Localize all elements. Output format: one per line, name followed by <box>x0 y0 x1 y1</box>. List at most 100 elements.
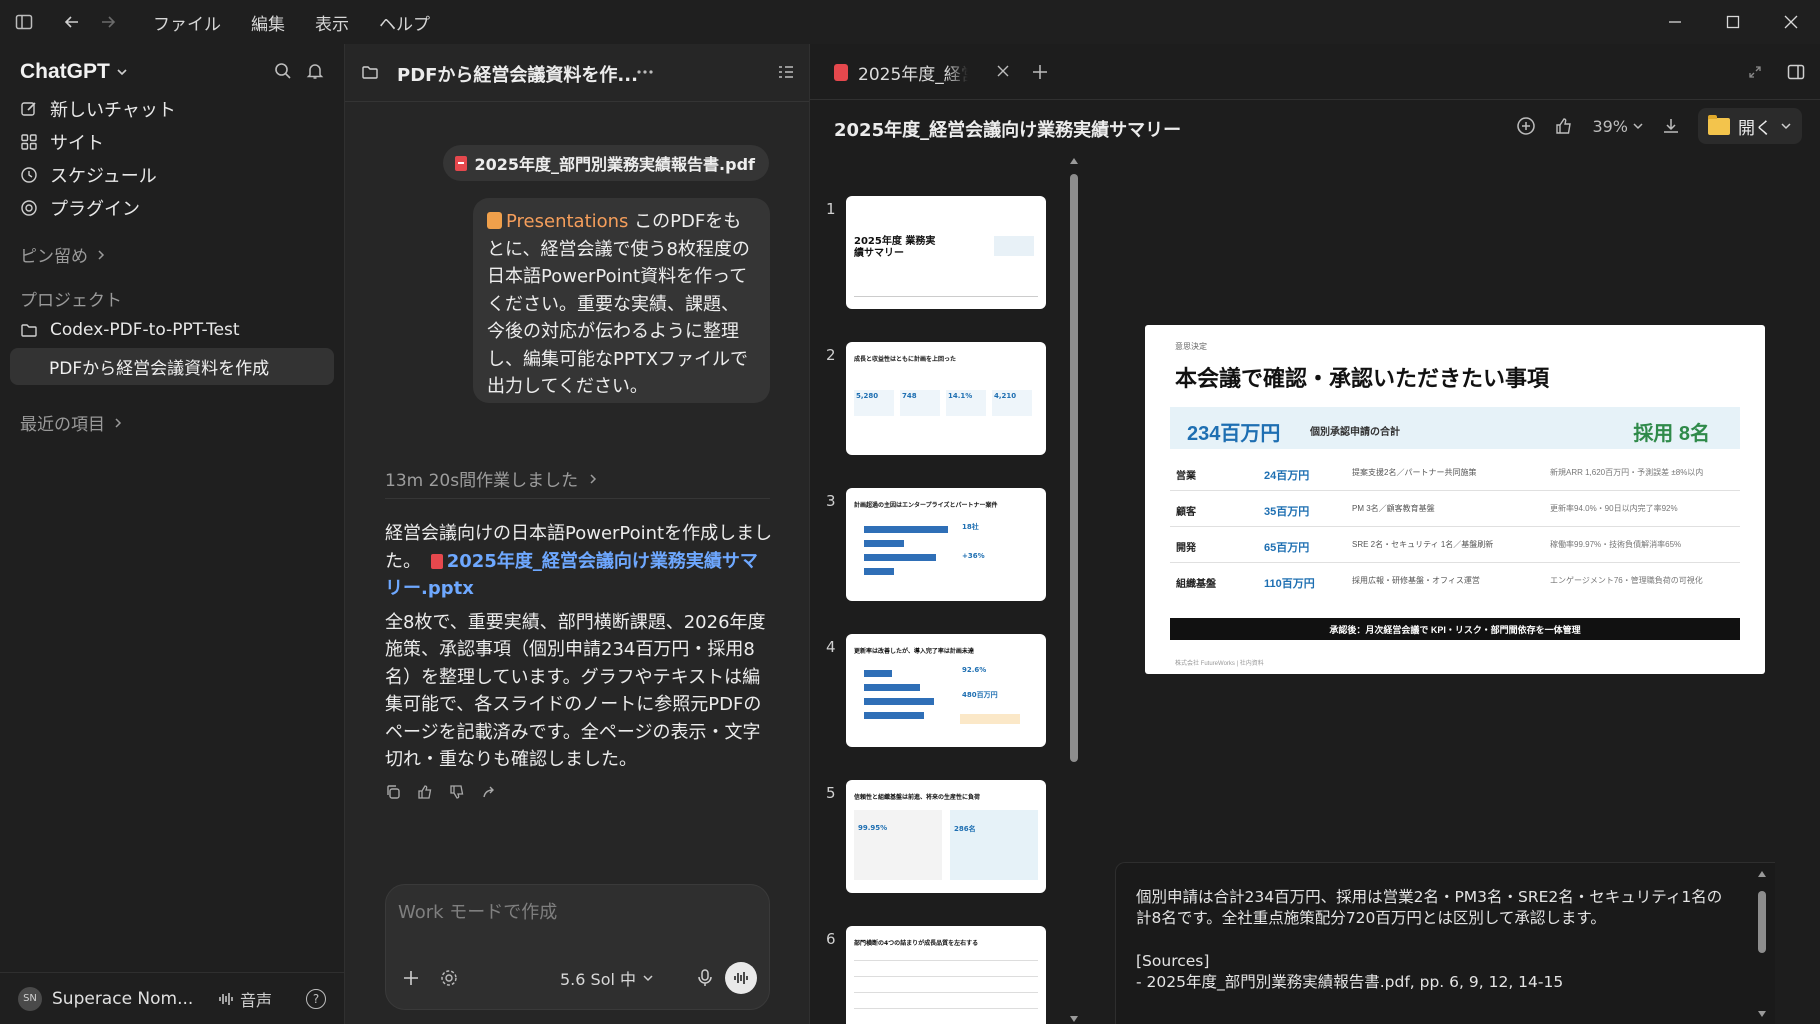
thumbnail-scrollbar[interactable] <box>1068 156 1080 1024</box>
message-input[interactable] <box>398 897 748 927</box>
menu-view[interactable]: 表示 <box>300 10 364 35</box>
voice-button[interactable]: 音声 <box>218 987 272 1011</box>
table-row: 顧客 35百万円 PM 3名／顧客教育基盤 更新率94.0%・90日以内完了率9… <box>1170 491 1740 527</box>
notes-text: 個別申請は合計234百万円、採用は営業2名・PM3名・SRE2名・セキュリティ1… <box>1136 888 1723 927</box>
tab-bar: 2025年度_経営会議向け業務実績サマリー <box>810 44 1820 100</box>
row-dept: 組織基盤 <box>1176 579 1216 590</box>
chat-title: PDFから経営会議資料を作... <box>397 65 638 86</box>
edit-icon <box>20 100 38 118</box>
slide-footer: 株式会社 FutureWorks | 社内資料 <box>1175 661 1264 667</box>
plus-icon[interactable] <box>402 969 420 987</box>
sidebar-item-label: Codex-PDF-to-PPT-Test <box>50 320 240 340</box>
thumb-bar <box>864 712 924 719</box>
share-icon[interactable] <box>481 784 497 800</box>
menu-edit[interactable]: 編集 <box>236 10 300 35</box>
slide-thumbnails: 1 2025年度 業務実績サマリー 2 成長と収益性はともに計画を上回った 5,… <box>810 152 1066 1024</box>
thumbs-down-icon[interactable] <box>449 784 465 800</box>
add-comment-icon[interactable] <box>1516 116 1536 136</box>
thumb-stat: 480百万円 <box>962 691 998 699</box>
thumb-kpis: 5,280 748 14.1% 4,210 <box>854 390 1032 416</box>
avatar[interactable]: SN <box>18 986 42 1011</box>
slide-thumbnail-5[interactable]: 信頼性と組織基盤は前進、将来の生産性に負荷 99.95% 286名 <box>846 780 1046 893</box>
projects-section-label: プロジェクト <box>20 291 122 311</box>
bell-icon[interactable] <box>306 62 324 80</box>
thumb-bar <box>864 684 920 691</box>
close-window-button[interactable] <box>1762 0 1820 44</box>
expand-icon[interactable] <box>1749 66 1761 78</box>
copy-icon[interactable] <box>385 784 401 800</box>
open-button[interactable]: 開く <box>1698 108 1802 144</box>
recent-label: 最近の項目 <box>20 415 105 435</box>
download-icon[interactable] <box>1662 117 1680 135</box>
sidebar-toggle-icon[interactable] <box>10 8 38 36</box>
row-amount: 24百万円 <box>1264 470 1310 482</box>
new-tab-icon[interactable] <box>1032 64 1048 80</box>
voice-label: 音声 <box>240 990 273 1010</box>
model-switcher[interactable]: ChatGPT <box>20 60 128 84</box>
user-name[interactable]: Superace Nom... <box>52 989 192 1009</box>
thumb-stat: 99.95% <box>858 824 888 832</box>
pinned-label: ピン留め <box>20 247 88 267</box>
sidebar-item-plugins[interactable]: プラグイン <box>20 195 140 221</box>
forward-arrow-icon[interactable] <box>94 8 122 36</box>
notes-scrollbar[interactable] <box>1757 869 1767 1019</box>
tab-label: 2025年度_経営会議向け業務実績サマリー <box>858 64 968 85</box>
pinned-section[interactable]: ピン留め <box>20 242 106 267</box>
minimize-button[interactable] <box>1646 0 1704 44</box>
list-view-icon[interactable] <box>778 65 794 79</box>
back-arrow-icon[interactable] <box>58 8 86 36</box>
voice-mode-button[interactable] <box>725 962 757 994</box>
model-selector[interactable]: 5.6 Sol 中 <box>560 966 654 990</box>
tab-presentation[interactable]: 2025年度_経営会議向け業務実績サマリー <box>820 54 1020 90</box>
slide-thumbnail-6[interactable]: 部門横断の4つの詰まりが成長品質を左右する <box>846 926 1046 1024</box>
sidebar-item-project[interactable]: Codex-PDF-to-PPT-Test <box>20 320 240 340</box>
sidebar-item-schedule[interactable]: スケジュール <box>20 162 157 188</box>
close-tab-icon[interactable] <box>997 65 1009 77</box>
attachment-chip[interactable]: 2025年度_部門別業務実績報告書.pdf <box>442 145 769 181</box>
total-amount: 234百万円 <box>1187 423 1281 445</box>
scrollbar-thumb[interactable] <box>1070 174 1078 762</box>
preview-pane: 2025年度_経営会議向け業務実績サマリー 2025年度_経営会議向け業務実績サ… <box>809 44 1820 1024</box>
microphone-icon[interactable] <box>697 969 713 987</box>
feedback-icon[interactable] <box>1554 116 1574 136</box>
model-label: 5.6 Sol 中 <box>560 970 637 989</box>
row-dept: 営業 <box>1176 471 1196 482</box>
thumb-bar <box>864 698 934 705</box>
thumb-bar <box>864 540 904 547</box>
thumb-date-box <box>994 236 1034 256</box>
maximize-button[interactable] <box>1704 0 1762 44</box>
presentations-tag[interactable]: Presentations <box>506 211 628 232</box>
search-icon[interactable] <box>274 62 292 80</box>
slide-canvas[interactable]: 意思決定 本会議で確認・承認いただきたい事項 234百万円 個別承認申請の合計 … <box>1145 325 1765 674</box>
slide-thumbnail-2[interactable]: 成長と収益性はともに計画を上回った 5,280 748 14.1% 4,210 <box>846 342 1046 455</box>
recent-section[interactable]: 最近の項目 <box>20 410 123 435</box>
zoom-selector[interactable]: 39% <box>1592 117 1644 136</box>
thumb-bar <box>864 568 894 575</box>
slide-thumbnail-4[interactable]: 更新率は改善したが、導入完了率は計画未達 92.6% 480百万円 <box>846 634 1046 747</box>
menu-file[interactable]: ファイル <box>138 10 236 35</box>
scrollbar-thumb[interactable] <box>1758 891 1766 953</box>
sidebar-item-sites[interactable]: サイト <box>20 129 104 155</box>
chevron-down-icon <box>1780 120 1792 132</box>
sidebar-item-label: 新しいチャット <box>50 100 176 121</box>
more-options-icon[interactable] <box>637 70 653 74</box>
table-row: 営業 24百万円 提案支援2名／パートナー共同施策 新規ARR 1,620百万円… <box>1170 455 1740 491</box>
sidebar-item-current-chat[interactable]: PDFから経営会議資料を作成 <box>10 348 334 385</box>
sidebar-item-new-chat[interactable]: 新しいチャット <box>20 96 176 122</box>
user-message: Presentations このPDFをもとに、経営会議で使う8枚程度の日本語P… <box>473 198 770 403</box>
panel-toggle-icon[interactable] <box>1787 63 1805 81</box>
slide-number: 2 <box>826 346 836 364</box>
slide-thumbnail-3[interactable]: 計画超過の主因はエンタープライズとパートナー案件 18社 +36% <box>846 488 1046 601</box>
speaker-notes[interactable]: 個別申請は合計234百万円、採用は営業2名・PM3名・SRE2名・セキュリティ1… <box>1115 862 1775 1024</box>
slide-number: 5 <box>826 784 836 802</box>
row-detail: PM 3名／顧客教育基盤 <box>1352 504 1435 513</box>
help-icon[interactable]: ? <box>306 988 326 1009</box>
thumb-kpi: 5,280 <box>854 390 894 416</box>
work-duration[interactable]: 13m 20s間作業しました <box>385 466 598 491</box>
settings-icon[interactable] <box>440 969 458 987</box>
thumb-title: 部門横断の4つの詰まりが成長品質を左右する <box>854 940 979 947</box>
slide-thumbnail-1[interactable]: 2025年度 業務実績サマリー <box>846 196 1046 309</box>
brand-name: ChatGPT <box>20 60 110 83</box>
menu-help[interactable]: ヘルプ <box>364 10 445 35</box>
thumbs-up-icon[interactable] <box>417 784 433 800</box>
